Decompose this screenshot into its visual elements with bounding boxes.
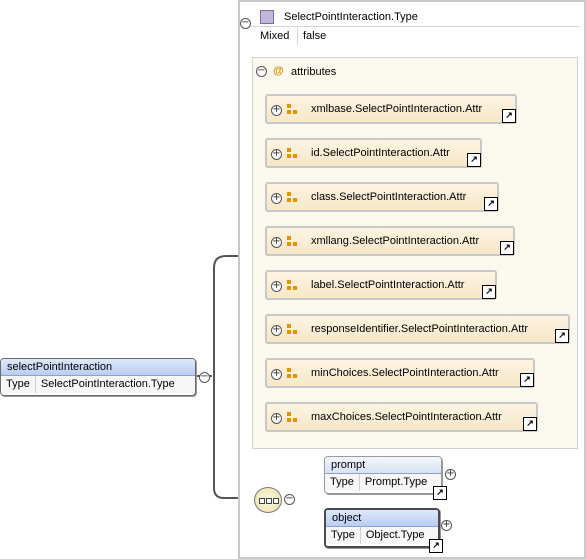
attribute-item-xmlbase[interactable]: + xmlbase.SelectPointInteraction.Attr ↗ [265,94,517,124]
sequence-compositor-icon[interactable] [254,487,282,513]
mixed-value: false [303,30,327,42]
complex-type-icon [260,10,274,24]
complex-type-collapse-icon[interactable]: − [240,18,251,29]
child-element-type-value: Object.Type [365,529,425,541]
expand-icon[interactable]: + [271,149,282,160]
attribute-icon [287,104,297,115]
attribute-label: maxChoices.SelectPointInteraction.Attr [311,411,502,423]
child-element-prompt[interactable]: prompt Type Prompt.Type [324,456,442,494]
type-header-divider [244,26,580,27]
mixed-divider [297,26,298,45]
root-element-box[interactable]: selectPointInteraction Type SelectPointI… [0,358,196,396]
attribute-label: minChoices.SelectPointInteraction.Attr [311,367,499,379]
attribute-item-xmllang[interactable]: + xmllang.SelectPointInteraction.Attr ↗ [265,226,515,256]
attribute-item-responseidentifier[interactable]: + responseIdentifier.SelectPointInteract… [265,314,570,344]
child-element-type-key: Type [325,474,360,491]
external-link-icon[interactable]: ↗ [520,373,534,387]
attribute-icon [287,236,297,247]
attribute-label: responseIdentifier.SelectPointInteractio… [311,323,529,335]
child-element-name: object [326,510,438,527]
attribute-label: xmlbase.SelectPointInteraction.Attr [311,103,483,115]
expand-icon[interactable]: + [271,193,282,204]
attribute-label: xmllang.SelectPointInteraction.Attr [311,235,480,247]
attribute-item-class[interactable]: + class.SelectPointInteraction.Attr ↗ [265,182,499,212]
attribute-item-label[interactable]: + label.SelectPointInteraction.Attr ↗ [265,270,497,300]
attribute-item-minchoices[interactable]: + minChoices.SelectPointInteraction.Attr… [265,358,535,388]
complex-type-title: SelectPointInteraction.Type [284,11,418,23]
attributes-label: attributes [291,66,337,78]
attribute-icon [287,148,297,159]
mixed-label: Mixed [260,30,290,42]
attributes-collapse-icon[interactable]: − [256,66,267,77]
prompt-link-icon[interactable]: ↗ [433,486,447,500]
root-element-type-value: SelectPointInteraction.Type [40,378,175,390]
attribute-label: label.SelectPointInteraction.Attr [311,279,465,291]
root-collapse-icon[interactable]: − [199,372,210,383]
child-element-object[interactable]: object Type Object.Type [324,508,440,548]
attribute-icon [287,324,297,335]
sequence-collapse-icon[interactable]: − [284,494,295,505]
expand-icon[interactable]: + [271,105,282,116]
root-element-type-key: Type [1,376,36,393]
external-link-icon[interactable]: ↗ [555,329,569,343]
root-element-name: selectPointInteraction [1,359,195,376]
attribute-label: id.SelectPointInteraction.Attr [311,147,450,159]
expand-icon[interactable]: + [271,325,282,336]
child-element-type-key: Type [326,527,361,544]
expand-icon[interactable]: + [271,237,282,248]
attribute-label: class.SelectPointInteraction.Attr [311,191,467,203]
attribute-item-maxchoices[interactable]: + maxChoices.SelectPointInteraction.Attr… [265,402,538,432]
attribute-icon [287,192,297,203]
external-link-icon[interactable]: ↗ [502,109,516,123]
attribute-item-id[interactable]: + id.SelectPointInteraction.Attr ↗ [265,138,482,168]
attribute-icon [287,368,297,379]
object-link-icon[interactable]: ↗ [429,539,443,553]
external-link-icon[interactable]: ↗ [500,241,514,255]
external-link-icon[interactable]: ↗ [482,285,496,299]
expand-icon[interactable]: + [271,413,282,424]
external-link-icon[interactable]: ↗ [484,197,498,211]
external-link-icon[interactable]: ↗ [467,153,481,167]
object-expand-icon[interactable]: + [441,520,452,531]
attribute-icon [287,280,297,291]
expand-icon[interactable]: + [271,281,282,292]
child-element-type-value: Prompt.Type [364,476,428,488]
child-element-name: prompt [325,457,441,474]
attribute-icon [287,412,297,423]
attribute-at-icon: @ [273,65,284,77]
expand-icon[interactable]: + [271,369,282,380]
prompt-expand-icon[interactable]: + [445,469,456,480]
external-link-icon[interactable]: ↗ [523,417,537,431]
